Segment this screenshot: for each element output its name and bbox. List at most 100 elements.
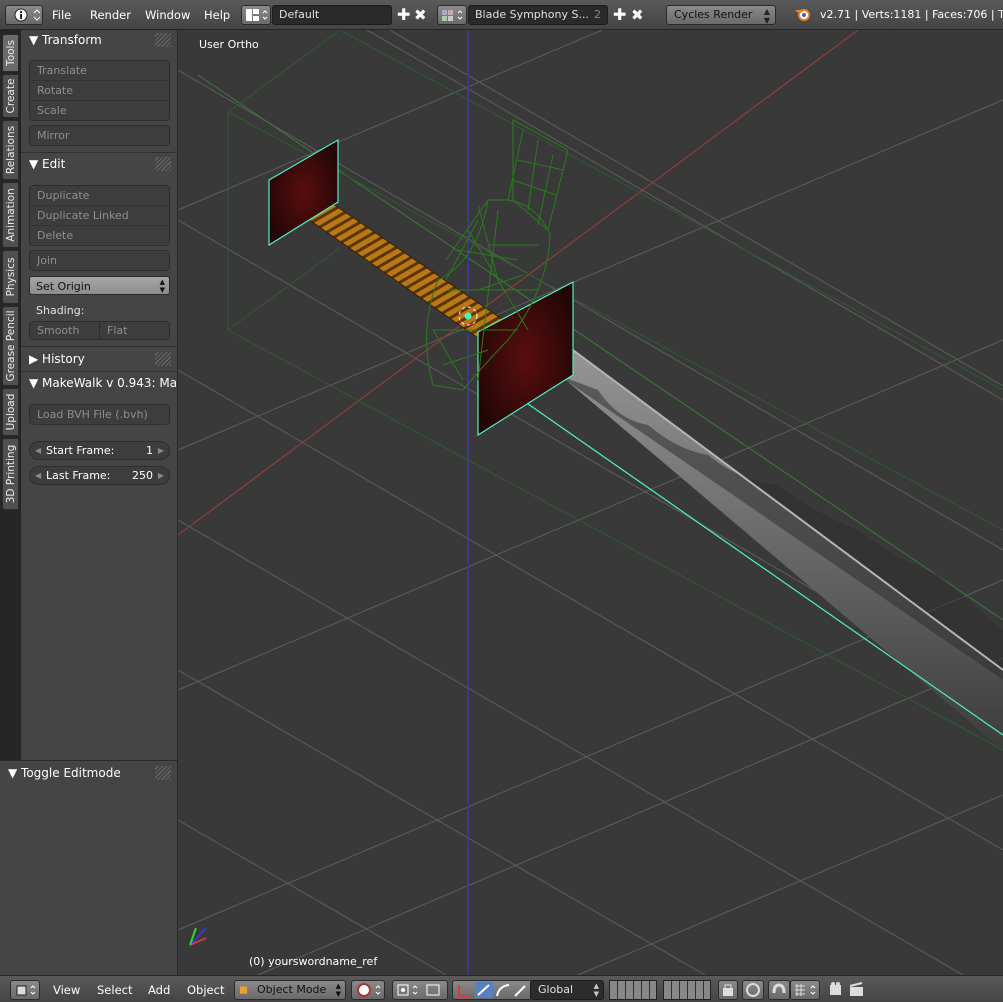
panel-divider <box>21 346 178 347</box>
transform-panel-header[interactable]: ▼ Transform <box>29 30 102 50</box>
menu-select[interactable]: Select <box>97 980 132 1000</box>
layer-lock-button[interactable] <box>718 980 738 1000</box>
screen-layout-selector[interactable] <box>241 5 271 25</box>
set-origin-dropdown[interactable]: Set Origin ▲ ▼ <box>29 276 170 295</box>
panel-grip-icon[interactable] <box>155 157 171 171</box>
tab-animation[interactable]: Animation <box>2 182 19 248</box>
editor-type-button[interactable] <box>10 980 40 1000</box>
interaction-mode-dropdown[interactable]: ◼ Object Mode ▲ ▼ <box>234 980 346 1000</box>
transform-manipulator-icons <box>458 982 526 998</box>
scene-icon <box>442 10 463 21</box>
add-layout-icon[interactable]: ✚ <box>397 5 410 25</box>
menu-window[interactable]: Window <box>145 5 190 25</box>
scale-button[interactable]: Scale <box>30 101 169 120</box>
proportional-edit-icon <box>746 983 760 997</box>
sword-guard-front <box>477 281 574 437</box>
collapsed-arrow-icon: ▶ <box>29 352 43 366</box>
history-panel-header[interactable]: ▶ History <box>29 349 85 369</box>
screen-layout-name[interactable]: Default <box>272 5 392 25</box>
flat-button[interactable]: Flat <box>99 322 169 339</box>
start-frame-field[interactable]: ◀ Start Frame: 1 ▶ <box>29 441 170 460</box>
makewalk-panel-header[interactable]: ▼ MakeWalk v 0.943: Mai <box>29 373 180 393</box>
snap-element-dropdown[interactable] <box>790 980 820 1000</box>
panel-grip-icon[interactable] <box>155 352 171 366</box>
tab-upload[interactable]: Upload <box>2 388 19 436</box>
tab-create[interactable]: Create <box>2 74 19 118</box>
increment-arrow-icon[interactable]: ▶ <box>158 442 164 459</box>
transform-title: Transform <box>42 33 102 47</box>
menu-add[interactable]: Add <box>148 980 170 1000</box>
panel-divider <box>21 371 178 372</box>
tab-tools[interactable]: Tools <box>2 34 19 72</box>
scene-layers-left[interactable] <box>609 980 657 1000</box>
tab-relations[interactable]: Relations <box>2 120 19 180</box>
pivot-and-manipulator[interactable] <box>392 980 448 1000</box>
edit-panel-header[interactable]: ▼ Edit <box>29 154 65 174</box>
object-mode-icon: ◼ <box>239 983 249 996</box>
decrement-arrow-icon[interactable]: ◀ <box>35 467 41 484</box>
rotate-button[interactable]: Rotate <box>30 81 169 101</box>
manipulator-toggles[interactable] <box>452 980 532 1000</box>
toggle-editmode-header[interactable]: ▼ Toggle Editmode <box>8 763 121 783</box>
last-frame-field[interactable]: ◀ Last Frame: 250 ▶ <box>29 466 170 485</box>
tab-tools-label: Tools <box>4 40 17 66</box>
editor-type-button[interactable] <box>5 5 43 25</box>
join-button[interactable]: Join <box>30 251 169 270</box>
transform-orientation-dropdown[interactable]: Global ▲ ▼ <box>530 980 604 1000</box>
menu-view[interactable]: View <box>53 980 80 1000</box>
scene-users-count: 2 <box>594 8 601 21</box>
tab-create-label: Create <box>4 78 17 114</box>
tab-physics[interactable]: Physics <box>2 250 19 304</box>
expand-arrow-icon: ▼ <box>29 157 43 171</box>
updown-arrows-icon: ▲ ▼ <box>593 982 599 998</box>
duplicate-linked-button[interactable]: Duplicate Linked <box>30 206 169 226</box>
panel-grip-icon[interactable] <box>155 766 171 780</box>
pivot-icon <box>397 984 440 996</box>
render-camera-button[interactable] <box>828 980 846 1000</box>
render-animation-button[interactable] <box>848 980 866 1000</box>
menu-file[interactable]: File <box>52 5 71 25</box>
remove-layout-icon[interactable]: ✖ <box>414 5 427 25</box>
scene-selector[interactable] <box>437 5 467 25</box>
scene-name[interactable]: Blade Symphony S... 2 <box>468 5 608 25</box>
mirror-button[interactable]: Mirror <box>30 126 169 145</box>
tab-grease-pencil[interactable]: Grease Pencil <box>2 306 19 386</box>
snap-toggle-button[interactable] <box>768 980 790 1000</box>
viewport-scene[interactable] <box>178 30 1003 975</box>
proportional-edit-button[interactable] <box>742 980 764 1000</box>
3d-viewport[interactable]: User Ortho (0) yourswordname_ref <box>178 30 1003 975</box>
delete-button[interactable]: Delete <box>30 226 169 245</box>
makewalk-title: MakeWalk v 0.943: Mai <box>42 376 181 390</box>
remove-scene-icon[interactable]: ✖ <box>631 5 644 25</box>
menu-help[interactable]: Help <box>204 5 230 25</box>
transform-buttons: Translate Rotate Scale <box>29 60 170 121</box>
add-scene-icon[interactable]: ✚ <box>613 5 626 25</box>
updown-arrows-icon: ▲ ▼ <box>763 7 770 25</box>
tab-grease-pencil-label: Grease Pencil <box>4 310 17 382</box>
duplicate-button[interactable]: Duplicate <box>30 186 169 206</box>
scene-name-text: Blade Symphony S... <box>475 8 589 21</box>
smooth-button[interactable]: Smooth <box>30 322 99 339</box>
menu-render[interactable]: Render <box>90 5 131 25</box>
translate-button[interactable]: Translate <box>30 61 169 81</box>
scene-layers-right[interactable] <box>663 980 711 1000</box>
tab-3d-printing[interactable]: 3D Printing <box>2 438 19 510</box>
render-engine-selector[interactable]: Cycles Render ▲ ▼ <box>666 5 776 25</box>
updown-arrows-icon: ▲ ▼ <box>335 982 341 998</box>
load-bvh-button[interactable]: Load BVH File (.bvh) <box>30 405 169 424</box>
expand-arrow-icon: ▼ <box>29 376 43 390</box>
load-bvh-group: Load BVH File (.bvh) <box>29 404 170 425</box>
menu-object[interactable]: Object <box>187 980 224 1000</box>
scene-stats: v2.71 | Verts:1181 | Faces:706 | Tris <box>820 8 1003 21</box>
sword-blade <box>507 329 1003 750</box>
decrement-arrow-icon[interactable]: ◀ <box>35 442 41 459</box>
operator-panel: ▼ Toggle Editmode <box>0 760 178 975</box>
layer-lock-icon <box>723 984 733 996</box>
increment-arrow-icon[interactable]: ▶ <box>158 467 164 484</box>
3d-view-icon <box>16 985 36 996</box>
panel-grip-icon[interactable] <box>155 33 171 47</box>
tab-3d-printing-label: 3D Printing <box>4 444 17 504</box>
panel-divider <box>21 152 178 153</box>
tab-relations-label: Relations <box>4 125 17 175</box>
viewport-shading-dropdown[interactable] <box>351 980 385 1000</box>
